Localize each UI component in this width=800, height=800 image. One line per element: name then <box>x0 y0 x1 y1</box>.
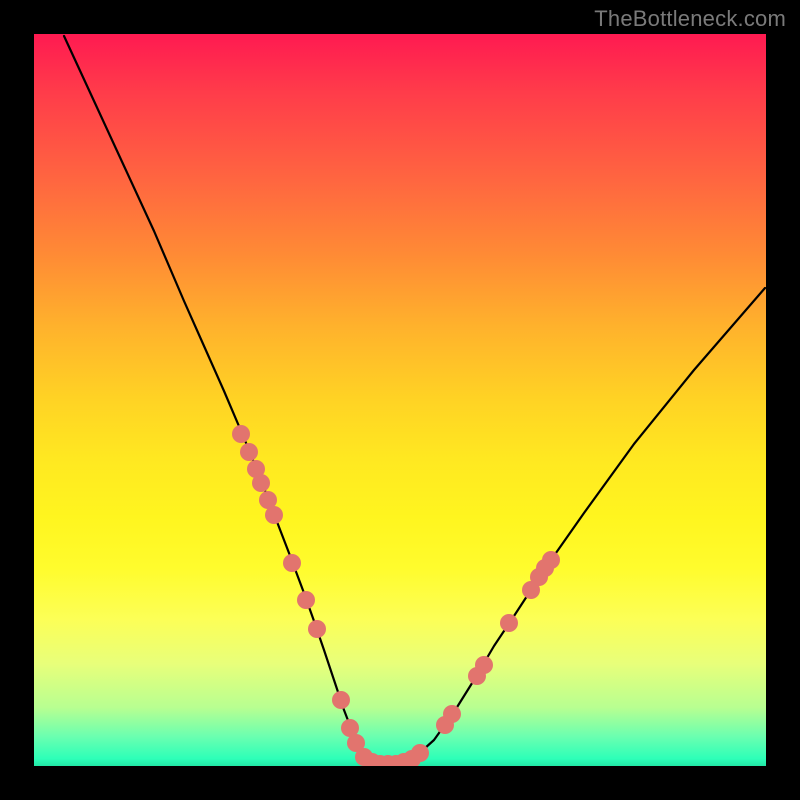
bottleneck-curve <box>64 36 765 764</box>
data-point <box>240 443 258 461</box>
data-point <box>443 705 461 723</box>
data-point <box>283 554 301 572</box>
data-point <box>308 620 326 638</box>
watermark-text: TheBottleneck.com <box>594 6 786 32</box>
data-point <box>332 691 350 709</box>
plot-area <box>34 34 766 766</box>
data-point <box>411 744 429 762</box>
data-point <box>252 474 270 492</box>
data-point <box>265 506 283 524</box>
data-point <box>500 614 518 632</box>
chart-svg <box>34 34 766 766</box>
data-point <box>297 591 315 609</box>
data-point <box>542 551 560 569</box>
marker-dots <box>232 425 560 766</box>
data-point <box>232 425 250 443</box>
data-point <box>475 656 493 674</box>
chart-frame: TheBottleneck.com <box>0 0 800 800</box>
